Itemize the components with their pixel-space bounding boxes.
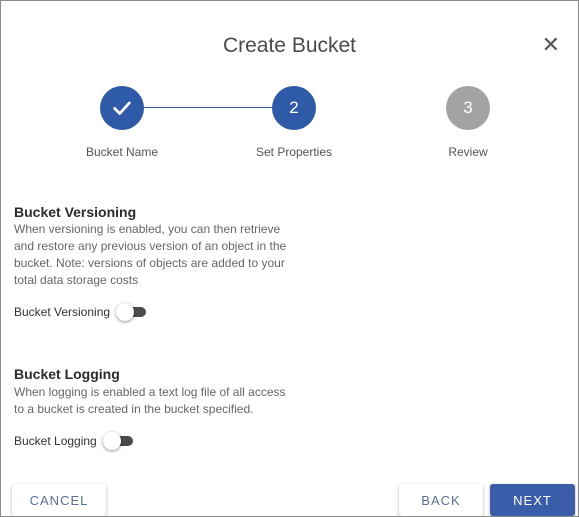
next-button[interactable]: NEXT bbox=[490, 484, 575, 516]
versioning-toggle-label: Bucket Versioning bbox=[14, 305, 111, 319]
versioning-toggle[interactable] bbox=[116, 302, 148, 322]
step-2-circle: 2 bbox=[272, 86, 316, 130]
close-icon[interactable]: ✕ bbox=[542, 34, 560, 56]
logging-description: When logging is enabled a text log file … bbox=[14, 385, 286, 416]
back-button[interactable]: BACK bbox=[399, 484, 483, 516]
logging-title: Bucket Logging bbox=[14, 366, 120, 382]
step-1-circle bbox=[100, 86, 144, 130]
step-3-circle: 3 bbox=[446, 86, 490, 130]
versioning-toggle-row: Bucket Versioning bbox=[14, 302, 148, 322]
logging-toggle[interactable] bbox=[102, 431, 135, 451]
stepper: 2 3 Bucket Name Set Properties Review bbox=[1, 86, 578, 166]
logging-toggle-label: Bucket Logging bbox=[14, 434, 97, 448]
dialog-title: Create Bucket bbox=[222, 34, 357, 57]
cancel-button[interactable]: CANCEL bbox=[12, 484, 106, 516]
toggle-knob bbox=[116, 303, 135, 321]
step-1-label: Bucket Name bbox=[85, 145, 159, 159]
create-bucket-dialog: Create Bucket ✕ 2 3 Bucket Name Set Prop… bbox=[0, 0, 579, 517]
versioning-description: When versioning is enabled, you can then… bbox=[14, 222, 287, 287]
step-2-label: Set Properties bbox=[255, 145, 333, 159]
stepper-connector bbox=[144, 107, 272, 108]
logging-toggle-row: Bucket Logging bbox=[14, 431, 135, 451]
toggle-knob bbox=[102, 432, 121, 450]
versioning-title: Bucket Versioning bbox=[14, 204, 137, 220]
step-3-label: Review bbox=[448, 145, 488, 159]
checkmark-icon bbox=[113, 101, 131, 115]
